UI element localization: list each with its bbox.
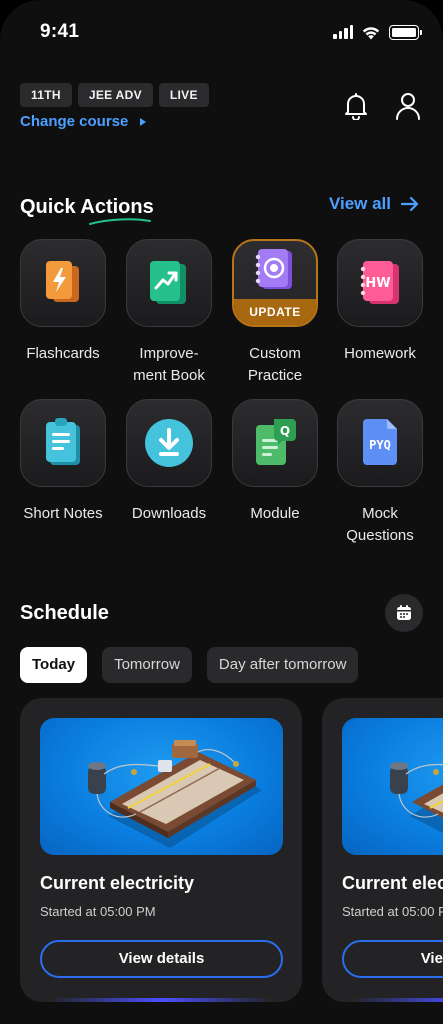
arrow-right-icon: [401, 196, 419, 212]
wifi-icon: [362, 26, 380, 39]
action-label: Short Notes: [23, 505, 103, 522]
tile: Q: [232, 399, 318, 487]
update-badge: UPDATE: [234, 299, 316, 325]
quick-action-module[interactable]: Q Module: [232, 399, 318, 525]
course-tag: JEE ADV: [77, 83, 153, 107]
quick-action-improvement-book[interactable]: Improve- ment Book: [126, 239, 212, 387]
class-start-time: Started at 05:00 PM: [40, 904, 156, 919]
calendar-button[interactable]: [385, 594, 423, 632]
header-actions: [343, 92, 421, 120]
custom-practice-icon: [255, 248, 292, 289]
caret-right-icon: [140, 117, 147, 126]
cellular-signal-icon: [333, 25, 353, 39]
quick-action-flashcards[interactable]: Flashcards: [20, 239, 106, 365]
profile-icon[interactable]: [395, 92, 421, 120]
svg-text:HW: HW: [365, 276, 390, 291]
status-bar: 9:41: [40, 18, 422, 46]
tile: [20, 239, 106, 327]
class-title: Current electricity: [342, 873, 443, 893]
tile: [20, 399, 106, 487]
notification-bell-icon[interactable]: [343, 92, 369, 120]
homework-icon: HW: [360, 261, 399, 304]
tab-tomorrow[interactable]: Tomorrow: [102, 647, 192, 683]
view-details-button[interactable]: View details: [342, 940, 443, 978]
circuit-illustration: [88, 740, 262, 848]
action-label: Improve- ment Book: [133, 345, 205, 384]
course-tag: 11TH: [20, 83, 72, 107]
module-icon: Q: [256, 419, 296, 465]
change-course-label: Change course: [20, 113, 129, 130]
tile: HW: [337, 239, 423, 327]
course-tags: 11TH JEE ADV LIVE: [20, 83, 209, 107]
tile: UPDATE: [232, 239, 318, 327]
improvement-book-icon: [150, 261, 186, 304]
action-label: Homework: [344, 345, 416, 362]
action-label: Mock Questions: [346, 505, 414, 544]
title-underline-decoration: [89, 218, 151, 225]
class-title: Current electricity: [40, 873, 195, 893]
downloads-icon: [145, 419, 193, 467]
tab-day-after-tomorrow[interactable]: Day after tomorrow: [206, 647, 359, 683]
schedule-day-tabs: Today Tomorrow Day after tomorrow: [20, 647, 359, 683]
calendar-icon: [397, 605, 411, 620]
circuit-illustration: [390, 762, 443, 834]
quick-action-short-notes[interactable]: Short Notes: [20, 399, 106, 525]
svg-text:Q: Q: [280, 424, 290, 438]
status-icons: [333, 24, 422, 40]
battery-icon: [389, 24, 422, 40]
icon-wrap: [253, 247, 297, 298]
action-label: Custom Practice: [247, 345, 303, 384]
short-notes-icon: [46, 418, 80, 465]
quick-action-mock-questions[interactable]: PYQ Mock Questions: [337, 399, 423, 547]
action-label: Flashcards: [26, 345, 100, 362]
change-course-link[interactable]: Change course: [20, 113, 147, 130]
view-all-link[interactable]: View all: [329, 194, 419, 214]
action-label: Module: [250, 505, 300, 522]
schedule-title: Schedule: [20, 602, 109, 624]
tile: [126, 399, 212, 487]
quick-action-downloads[interactable]: Downloads: [126, 399, 212, 525]
view-all-label: View all: [328, 194, 391, 213]
course-tag: LIVE: [158, 83, 209, 107]
class-thumbnail: [342, 718, 443, 855]
mock-questions-icon: PYQ: [363, 419, 397, 465]
class-start-time: Started at 05:00 PM: [342, 904, 443, 919]
quick-action-homework[interactable]: HW Homework: [337, 239, 423, 365]
svg-text:PYQ: PYQ: [369, 438, 391, 452]
class-card[interactable]: Current electricity Started at 05:00 PM …: [322, 698, 443, 1002]
status-time: 9:41: [40, 21, 80, 42]
class-card[interactable]: Current electricity Started at 05:00 PM …: [20, 698, 302, 1002]
action-label: Downloads: [131, 505, 207, 522]
class-thumbnail: [40, 718, 283, 855]
tile: PYQ: [337, 399, 423, 487]
tile: [126, 239, 212, 327]
tab-today[interactable]: Today: [20, 647, 88, 683]
app-screen: 9:41 11TH JEE ADV LIVE Change course Qui…: [0, 0, 443, 1024]
flashcards-icon: [46, 261, 79, 302]
quick-action-custom-practice[interactable]: UPDATE Custom Practice: [232, 239, 318, 387]
view-details-button[interactable]: View details: [40, 940, 283, 978]
